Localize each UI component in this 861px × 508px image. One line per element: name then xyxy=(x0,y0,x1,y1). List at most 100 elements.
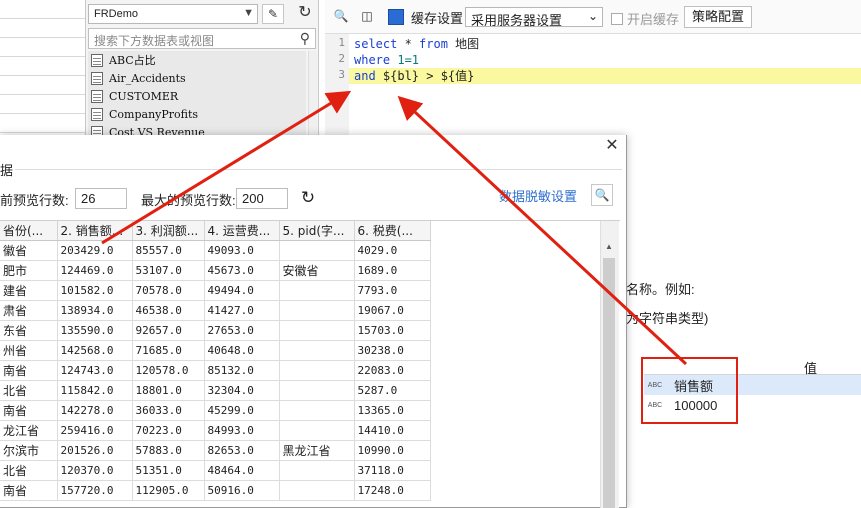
table-cell[interactable]: 37118.0 xyxy=(354,460,431,481)
table-cell[interactable]: 70578.0 xyxy=(132,280,205,301)
table-list-item[interactable]: Air_Accidents xyxy=(88,69,306,87)
table-cell[interactable]: 南省 xyxy=(0,360,58,381)
refresh-icon[interactable]: ↻ xyxy=(294,4,316,24)
table-cell[interactable]: 36033.0 xyxy=(132,400,205,421)
table-cell[interactable]: 70223.0 xyxy=(132,420,205,441)
table-cell[interactable]: 203429.0 xyxy=(57,240,133,261)
table-cell[interactable]: 120370.0 xyxy=(57,460,133,481)
table-cell[interactable]: 46538.0 xyxy=(132,300,205,321)
table-row[interactable]: 肥市 124469.0 53107.0 45673.0 安徽省 1689.0 xyxy=(0,260,431,281)
table-cell[interactable]: 112905.0 xyxy=(132,480,205,501)
table-cell[interactable]: 27653.0 xyxy=(204,320,280,341)
close-icon[interactable]: ✕ xyxy=(603,137,621,155)
desensitize-settings-link[interactable]: 数据脱敏设置 xyxy=(499,186,577,205)
table-cell[interactable]: 51351.0 xyxy=(132,460,205,481)
table-cell[interactable]: 48464.0 xyxy=(204,460,280,481)
table-cell[interactable]: 142568.0 xyxy=(57,340,133,361)
table-cell[interactable] xyxy=(279,460,355,481)
table-cell[interactable]: 北省 xyxy=(0,380,58,401)
column-header[interactable]: 省份(... xyxy=(0,221,58,241)
table-row[interactable]: 北省 115842.0 18801.0 32304.0 5287.0 xyxy=(0,380,431,401)
table-cell[interactable]: 101582.0 xyxy=(57,280,133,301)
table-cell[interactable]: 13365.0 xyxy=(354,400,431,421)
table-cell[interactable]: 45673.0 xyxy=(204,260,280,281)
table-row[interactable]: 州省 142568.0 71685.0 40648.0 30238.0 xyxy=(0,340,431,361)
table-cell[interactable]: 45299.0 xyxy=(204,400,280,421)
column-header[interactable]: 5. pid(字... xyxy=(279,221,355,241)
table-cell[interactable]: 肥市 xyxy=(0,260,58,281)
table-cell[interactable]: 49494.0 xyxy=(204,280,280,301)
table-cell[interactable]: 南省 xyxy=(0,480,58,501)
scroll-up-icon[interactable]: ▲ xyxy=(603,242,615,254)
edit-connection-icon[interactable]: ✎ xyxy=(262,4,284,24)
table-list-item[interactable]: CompanyProfits xyxy=(88,105,306,123)
table-cell[interactable]: 40648.0 xyxy=(204,340,280,361)
strategy-config-button[interactable]: 策略配置 xyxy=(684,6,752,28)
table-list-item[interactable]: CUSTOMER xyxy=(88,87,306,105)
table-search-input[interactable]: 搜索下方数据表或视图 ⚲ xyxy=(88,28,316,49)
table-cell[interactable]: 州省 xyxy=(0,340,58,361)
table-row[interactable]: 建省 101582.0 70578.0 49494.0 7793.0 xyxy=(0,280,431,301)
table-cell[interactable]: 57883.0 xyxy=(132,440,205,461)
table-row[interactable]: 南省 157720.0 112905.0 50916.0 17248.0 xyxy=(0,480,431,501)
table-cell[interactable]: 30238.0 xyxy=(354,340,431,361)
table-cell[interactable]: 22083.0 xyxy=(354,360,431,381)
table-cell[interactable]: 5287.0 xyxy=(354,380,431,401)
save-icon[interactable]: ◫ xyxy=(356,7,378,27)
table-cell[interactable]: 85132.0 xyxy=(204,360,280,381)
table-cell[interactable]: 32304.0 xyxy=(204,380,280,401)
table-cell[interactable]: 157720.0 xyxy=(57,480,133,501)
table-cell[interactable]: 7793.0 xyxy=(354,280,431,301)
table-cell[interactable]: 19067.0 xyxy=(354,300,431,321)
column-header[interactable]: 6. 税费(... xyxy=(354,221,431,241)
table-cell[interactable]: 92657.0 xyxy=(132,320,205,341)
connection-select[interactable]: FRDemo ▼ xyxy=(88,4,258,24)
table-cell[interactable]: 84993.0 xyxy=(204,420,280,441)
table-list-item[interactable]: ABC占比 xyxy=(88,51,306,69)
scrollbar-thumb[interactable] xyxy=(603,258,615,508)
table-cell[interactable]: 南省 xyxy=(0,400,58,421)
table-cell[interactable]: 17248.0 xyxy=(354,480,431,501)
table-cell[interactable]: 142278.0 xyxy=(57,400,133,421)
table-row[interactable]: 南省 124743.0 120578.0 85132.0 22083.0 xyxy=(0,360,431,381)
table-cell[interactable]: 龙江省 xyxy=(0,420,58,441)
column-header[interactable]: 4. 运营费... xyxy=(204,221,280,241)
table-cell[interactable]: 东省 xyxy=(0,320,58,341)
table-cell[interactable] xyxy=(279,480,355,501)
table-cell[interactable]: 黑龙江省 xyxy=(279,440,355,461)
table-cell[interactable]: 120578.0 xyxy=(132,360,205,381)
table-cell[interactable] xyxy=(279,340,355,361)
table-cell[interactable]: 124469.0 xyxy=(57,260,133,281)
column-header[interactable]: 3. 利润额... xyxy=(132,221,205,241)
table-cell[interactable]: 10990.0 xyxy=(354,440,431,461)
table-cell[interactable] xyxy=(279,380,355,401)
table-cell[interactable]: 124743.0 xyxy=(57,360,133,381)
table-cell[interactable] xyxy=(279,420,355,441)
table-cell[interactable] xyxy=(279,280,355,301)
table-cell[interactable] xyxy=(279,400,355,421)
table-cell[interactable] xyxy=(279,320,355,341)
table-cell[interactable]: 135590.0 xyxy=(57,320,133,341)
table-row[interactable]: 南省 142278.0 36033.0 45299.0 13365.0 xyxy=(0,400,431,421)
table-row[interactable]: 肃省 138934.0 46538.0 41427.0 19067.0 xyxy=(0,300,431,321)
table-cell[interactable]: 15703.0 xyxy=(354,320,431,341)
table-cell[interactable]: 41427.0 xyxy=(204,300,280,321)
table-cell[interactable]: 50916.0 xyxy=(204,480,280,501)
table-cell[interactable]: 1689.0 xyxy=(354,260,431,281)
table-cell[interactable]: 4029.0 xyxy=(354,240,431,261)
table-cell[interactable]: 53107.0 xyxy=(132,260,205,281)
column-header[interactable]: 2. 销售额... xyxy=(57,221,133,241)
table-cell[interactable]: 115842.0 xyxy=(57,380,133,401)
table-row[interactable]: 尔滨市 201526.0 57883.0 82653.0 黑龙江省 10990.0 xyxy=(0,440,431,461)
table-cell[interactable]: 安徽省 xyxy=(279,260,355,281)
table-cell[interactable]: 北省 xyxy=(0,460,58,481)
table-cell[interactable] xyxy=(279,360,355,381)
enable-cache-checkbox[interactable]: 开启缓存 xyxy=(611,9,679,28)
table-cell[interactable] xyxy=(279,300,355,321)
table-cell[interactable] xyxy=(279,240,355,261)
table-cell[interactable]: 201526.0 xyxy=(57,440,133,461)
table-cell[interactable]: 82653.0 xyxy=(204,440,280,461)
preview-icon[interactable]: 🔍 xyxy=(330,7,352,27)
table-cell[interactable]: 138934.0 xyxy=(57,300,133,321)
table-cell[interactable]: 18801.0 xyxy=(132,380,205,401)
